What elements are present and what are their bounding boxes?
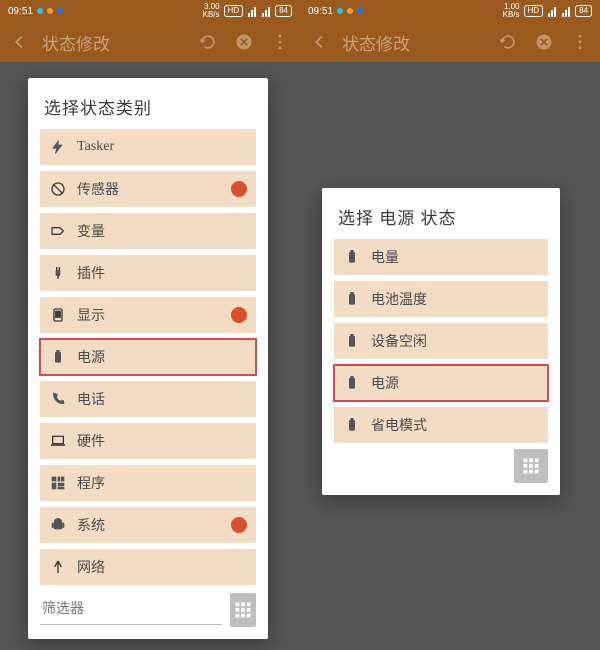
list-item[interactable]: 硬件 — [40, 423, 256, 459]
list-item-label: 电量 — [371, 247, 539, 267]
dialog-title: 选择 电源 状态 — [338, 204, 546, 229]
plug-icon — [49, 265, 67, 281]
list-item[interactable]: 电源 — [40, 339, 256, 375]
android-icon — [49, 517, 67, 533]
list-item-label: 网络 — [77, 557, 247, 577]
notif-dot-icon — [47, 8, 53, 14]
list-item[interactable]: 电源 — [334, 365, 548, 401]
list-item[interactable]: 设备空闲 — [334, 323, 548, 359]
list-item[interactable]: 变量 — [40, 213, 256, 249]
alert-badge-icon — [231, 517, 247, 533]
filter-input[interactable] — [40, 596, 222, 625]
notif-dot-icon — [357, 8, 363, 14]
signal-icon — [247, 5, 257, 17]
alert-badge-icon — [231, 307, 247, 323]
list-item-label: 电源 — [371, 373, 539, 393]
page-title: 状态修改 — [42, 30, 186, 55]
signal-icon — [547, 5, 557, 17]
signal-icon — [561, 5, 571, 17]
list-item-label: 省电模式 — [371, 415, 539, 435]
bolt-icon — [49, 139, 67, 155]
status-time: 09:51 — [8, 6, 33, 17]
notif-dot-icon — [57, 8, 63, 14]
list-item-label: 变量 — [77, 221, 247, 241]
network-speed: 3.00KB/s — [203, 3, 220, 19]
list-item[interactable]: 程序 — [40, 465, 256, 501]
battery-indicator: 84 — [575, 5, 592, 17]
list-item-label: 设备空闲 — [371, 331, 539, 351]
undo-button[interactable] — [494, 28, 522, 56]
list-item[interactable]: 插件 — [40, 255, 256, 291]
battery-icon — [49, 349, 67, 365]
list-item[interactable]: 电池温度 — [334, 281, 548, 317]
list-item[interactable]: 电话 — [40, 381, 256, 417]
tag-icon — [49, 223, 67, 239]
battery-icon — [343, 375, 361, 391]
battery-icon — [343, 333, 361, 349]
list-item-label: 硬件 — [77, 431, 247, 451]
grid-view-button[interactable] — [514, 449, 548, 483]
dialog-title: 选择状态类别 — [44, 94, 254, 119]
laptop-icon — [49, 433, 67, 449]
hd-indicator: HD — [224, 5, 244, 17]
battery-indicator: 84 — [275, 5, 292, 17]
battery-icon — [343, 417, 361, 433]
undo-button[interactable] — [194, 28, 222, 56]
display-icon — [49, 307, 67, 323]
hd-indicator: HD — [524, 5, 544, 17]
list-item[interactable]: 电量 — [334, 239, 548, 275]
apps-icon — [49, 475, 67, 491]
list-item-label: Tasker — [77, 139, 247, 155]
list-item[interactable]: 显示 — [40, 297, 256, 333]
list-item[interactable]: 系统 — [40, 507, 256, 543]
battery-icon — [343, 249, 361, 265]
more-button[interactable] — [266, 28, 294, 56]
status-time: 09:51 — [308, 6, 333, 17]
list-item-label: 系统 — [77, 515, 221, 535]
appbar: 状态修改 — [0, 22, 300, 62]
network-speed: 1.00KB/s — [503, 3, 520, 19]
notif-dot-icon — [337, 8, 343, 14]
grid-view-button[interactable] — [230, 593, 256, 627]
category-dialog: 选择状态类别 Tasker 传感器变量插件显示电源电话硬件程序系统网络 — [28, 78, 268, 639]
list-item-label: 程序 — [77, 473, 247, 493]
phone-icon — [49, 391, 67, 407]
power-state-dialog: 选择 电源 状态 电量电池温度设备空闲电源省电模式 — [322, 188, 560, 495]
list-item[interactable]: 网络 — [40, 549, 256, 585]
cancel-button[interactable] — [230, 28, 258, 56]
list-item-label: 电池温度 — [371, 289, 539, 309]
notif-dot-icon — [347, 8, 353, 14]
battery-icon — [343, 291, 361, 307]
list-item-label: 电话 — [77, 389, 247, 409]
back-button[interactable] — [6, 28, 34, 56]
page-title: 状态修改 — [342, 30, 486, 55]
net-icon — [49, 559, 67, 575]
list-item-label: 传感器 — [77, 179, 221, 199]
list-item-label: 显示 — [77, 305, 221, 325]
list-item[interactable]: 传感器 — [40, 171, 256, 207]
signal-icon — [261, 5, 271, 17]
notif-dot-icon — [37, 8, 43, 14]
list-item-label: 插件 — [77, 263, 247, 283]
cancel-button[interactable] — [530, 28, 558, 56]
list-item-label: 电源 — [77, 347, 247, 367]
list-item[interactable]: Tasker — [40, 129, 256, 165]
appbar: 状态修改 — [300, 22, 600, 62]
alert-badge-icon — [231, 181, 247, 197]
sensor-icon — [49, 181, 67, 197]
statusbar: 09:51 3.00KB/s HD 84 — [0, 0, 300, 22]
list-item[interactable]: 省电模式 — [334, 407, 548, 443]
statusbar: 09:51 1.00KB/s HD 84 — [300, 0, 600, 22]
back-button[interactable] — [306, 28, 334, 56]
more-button[interactable] — [566, 28, 594, 56]
